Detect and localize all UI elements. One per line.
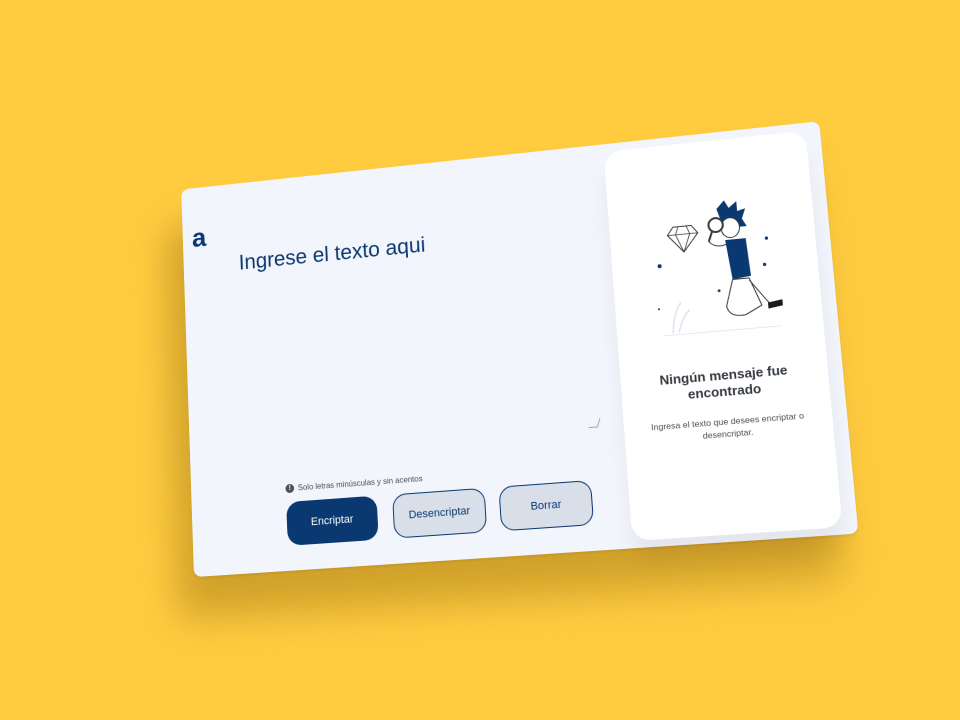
result-panel: Ningún mensaje fue encontrado Ingresa el… [603, 130, 843, 542]
result-description: Ingresa el texto que desees encriptar o … [650, 410, 805, 441]
person-with-magnifier-illustration [657, 198, 788, 345]
app-window: a ! Solo letras minúsculas y sin acentos… [181, 121, 859, 578]
decrypt-button[interactable]: Desencriptar [392, 487, 488, 539]
info-icon: ! [285, 483, 295, 494]
logo: a [191, 222, 207, 253]
clear-button[interactable]: Borrar [498, 479, 595, 532]
text-input[interactable] [238, 216, 597, 443]
hint-text: Solo letras minúsculas y sin acentos [297, 474, 423, 493]
stage: a ! Solo letras minúsculas y sin acentos… [0, 0, 960, 720]
resize-grip[interactable] [588, 418, 601, 429]
result-title: Ningún mensaje fue encontrado [658, 362, 789, 402]
encrypt-button[interactable]: Encriptar [286, 495, 379, 546]
hint: ! Solo letras minúsculas y sin acentos [285, 474, 423, 494]
